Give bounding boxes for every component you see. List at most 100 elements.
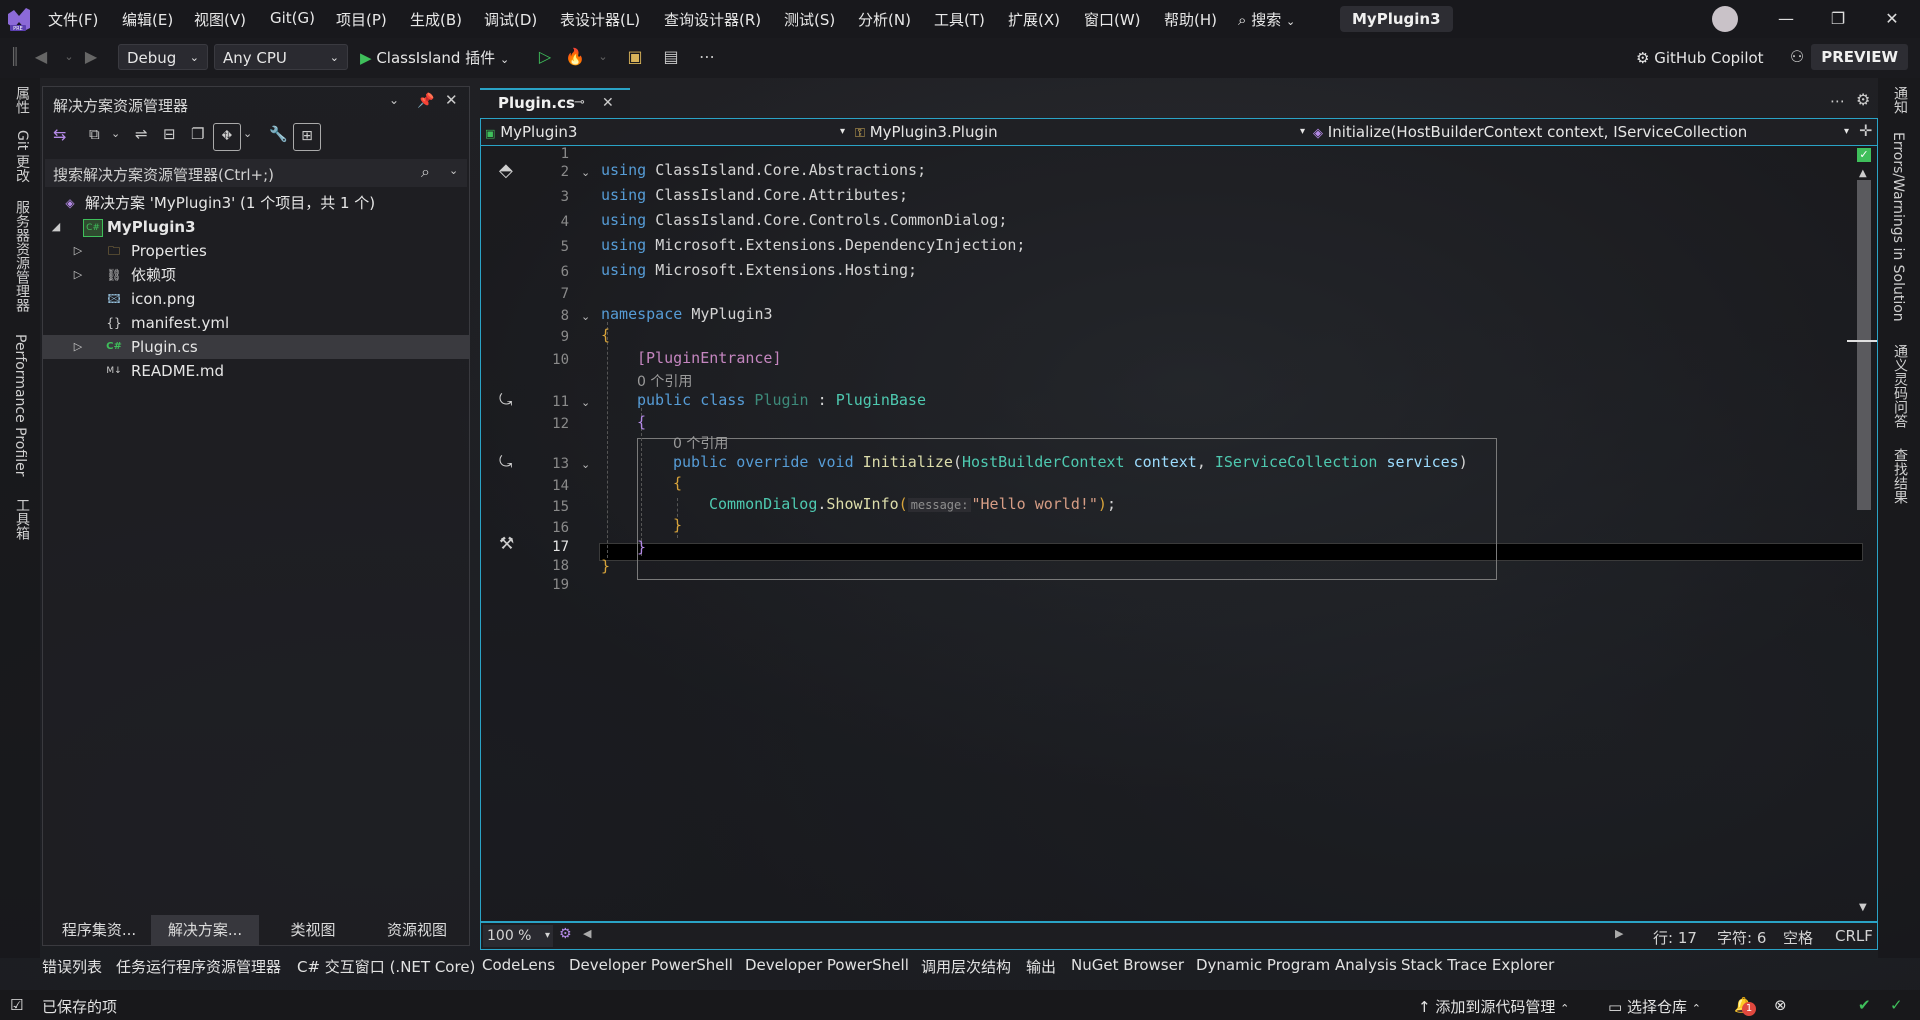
- menu-help[interactable]: 帮助(H): [1164, 9, 1217, 30]
- vtab-properties[interactable]: 属性: [12, 86, 32, 114]
- menu-project[interactable]: 项目(P): [336, 9, 387, 30]
- collapsed-triangle-icon[interactable]: ▷: [71, 263, 85, 287]
- collapsed-triangle-icon[interactable]: ▷: [71, 335, 85, 359]
- menu-edit[interactable]: 编辑(E): [122, 9, 173, 30]
- close-tab-icon[interactable]: ✕: [602, 90, 614, 116]
- tab-task-runner-explorer[interactable]: 任务运行程序资源管理器: [116, 956, 281, 977]
- tab-developer-powershell-2[interactable]: Developer PowerShell: [745, 956, 909, 974]
- vtab-toolbox[interactable]: 工具箱: [12, 498, 32, 540]
- show-all-files-icon[interactable]: ❐: [191, 125, 204, 143]
- line-ending-indicator[interactable]: CRLF: [1835, 927, 1873, 945]
- nav-class-dropdown[interactable]: ⚿ MyPlugin3.Plugin ▾: [855, 121, 1309, 143]
- scroll-down-icon[interactable]: ▼: [1859, 902, 1867, 913]
- scroll-up-icon[interactable]: ▲: [1859, 168, 1867, 179]
- tab-overflow-icon[interactable]: ⋯: [1830, 92, 1845, 110]
- settings-gear-icon[interactable]: ⚙: [1856, 90, 1870, 109]
- menu-query-designer[interactable]: 查询设计器(R): [664, 9, 761, 30]
- zoom-dropdown[interactable]: 100 % ▾: [483, 925, 553, 947]
- fold-toggle-icon[interactable]: ⌄: [581, 396, 590, 409]
- tree-item-solution[interactable]: ◈ 解决方案 'MyPlugin3' (1 个项目，共 1 个): [43, 191, 469, 215]
- tab-csharp-interactive[interactable]: C# 交互窗口 (.NET Core): [297, 956, 475, 977]
- tab-output[interactable]: 输出: [1026, 956, 1056, 977]
- fold-toggle-icon[interactable]: ⌄: [581, 458, 590, 471]
- quick-actions-hammer-icon[interactable]: ⚒: [499, 534, 514, 554]
- tab-solution-explorer[interactable]: 解决方案...: [151, 915, 259, 945]
- menu-file[interactable]: 文件(F): [48, 9, 98, 30]
- minimize-icon[interactable]: —: [1772, 6, 1800, 32]
- override-glyph-icon[interactable]: ⤿: [499, 452, 512, 472]
- tab-assembly-explorer[interactable]: 程序集资...: [49, 915, 149, 945]
- sync-icon[interactable]: ⇌: [135, 125, 148, 143]
- tree-item-readme[interactable]: M↓ README.md: [43, 359, 469, 383]
- copilot-status-check-icon[interactable]: ✔: [1858, 996, 1871, 1014]
- tab-dynamic-program-analysis[interactable]: Dynamic Program Analysis: [1196, 956, 1397, 974]
- preview-selected-icon[interactable]: ⊞: [293, 123, 321, 151]
- nav-project-dropdown[interactable]: ▣ MyPlugin3 ▾: [485, 121, 849, 143]
- preview-button[interactable]: PREVIEW: [1811, 44, 1908, 70]
- vtab-errors-warnings[interactable]: Errors/Warnings in Solution: [1890, 132, 1906, 322]
- chevron-down-icon[interactable]: ⌄: [243, 127, 252, 140]
- more-icon[interactable]: ⋯: [696, 46, 718, 68]
- menu-table-designer[interactable]: 表设计器(L): [560, 9, 640, 30]
- whitespace-indicator[interactable]: 空格: [1783, 927, 1813, 948]
- vtab-find-results[interactable]: 查找结果: [1890, 448, 1910, 504]
- menu-test[interactable]: 测试(S): [784, 9, 835, 30]
- back-dropdown-icon[interactable]: ⌄: [58, 46, 80, 68]
- inherit-glyph-icon[interactable]: ⤿: [499, 390, 512, 410]
- close-icon[interactable]: ✕: [1878, 6, 1906, 32]
- menu-build[interactable]: 生成(B): [410, 9, 462, 30]
- tree-item-properties[interactable]: ▷ 🗀 Properties: [43, 239, 469, 263]
- config-dropdown[interactable]: Debug ⌄: [118, 44, 208, 70]
- fold-toggle-icon[interactable]: ⌄: [581, 310, 590, 323]
- tab-developer-powershell-1[interactable]: Developer PowerShell: [569, 956, 733, 974]
- fold-toggle-icon[interactable]: ⌄: [581, 166, 590, 179]
- pending-changes-filter-icon[interactable]: ⛖: [213, 123, 241, 151]
- tree-item-project[interactable]: ◢ C# MyPlugin3: [43, 215, 469, 239]
- panel-dropdown-icon[interactable]: ⌄: [389, 93, 399, 107]
- close-panel-icon[interactable]: ✕: [445, 91, 458, 109]
- hot-reload-dropdown-icon[interactable]: ⌄: [592, 46, 614, 68]
- tree-item-plugin-cs[interactable]: ▷ C# Plugin.cs: [43, 335, 469, 359]
- start-debugging-button[interactable]: ▶ ClassIsland 插件 ⌄: [360, 46, 509, 70]
- lightbulb-icon[interactable]: ⬘: [499, 160, 513, 181]
- vtab-server-explorer[interactable]: 服务器资源管理器: [12, 200, 32, 312]
- check-circle-icon[interactable]: ✓: [1890, 996, 1903, 1014]
- tab-codelens[interactable]: CodeLens: [482, 956, 555, 974]
- open-folder-icon[interactable]: ▣: [624, 46, 646, 68]
- nav-member-dropdown[interactable]: ◈ Initialize(HostBuilderContext context,…: [1313, 121, 1853, 143]
- vs-switch-views-icon[interactable]: ⇆: [53, 125, 66, 144]
- split-editor-icon[interactable]: ✛: [1859, 121, 1872, 140]
- select-repository-button[interactable]: ▭ 选择仓库 ⌃: [1608, 996, 1701, 1017]
- properties-wrench-icon[interactable]: 🔧: [269, 125, 288, 143]
- tab-nuget-browser[interactable]: NuGet Browser: [1071, 956, 1184, 974]
- codelens-references[interactable]: 0 个引用: [673, 433, 728, 453]
- chevron-down-icon[interactable]: ⌄: [111, 127, 120, 140]
- tab-plugin-cs[interactable]: Plugin.cs ⊸ ✕: [480, 88, 630, 118]
- menu-git[interactable]: Git(G): [270, 9, 315, 27]
- codelens-references[interactable]: 0 个引用: [637, 371, 692, 391]
- vtab-tongyi-qa[interactable]: 通义灵码问答: [1890, 344, 1910, 428]
- vtab-performance-profiler[interactable]: Performance Profiler: [12, 334, 28, 476]
- avatar[interactable]: [1712, 6, 1738, 32]
- menu-view[interactable]: 视图(V): [194, 9, 246, 30]
- menu-window[interactable]: 窗口(W): [1084, 9, 1141, 30]
- feedback-status-icon[interactable]: ⊗: [1774, 996, 1787, 1014]
- back-icon[interactable]: ◀: [30, 46, 52, 68]
- menu-debug[interactable]: 调试(D): [484, 9, 537, 30]
- start-without-debugging-icon[interactable]: ▷: [534, 46, 556, 68]
- add-to-source-control-button[interactable]: ↑ 添加到源代码管理 ⌃: [1418, 996, 1569, 1017]
- forward-icon[interactable]: ▶: [80, 46, 102, 68]
- feedback-icon[interactable]: ⚇: [1786, 46, 1808, 68]
- tab-class-view[interactable]: 类视图: [263, 915, 363, 945]
- tree-item-icon-png[interactable]: 🖾 icon.png: [43, 287, 469, 311]
- copilot-button[interactable]: ⚙ GitHub Copilot: [1636, 46, 1764, 70]
- new-item-icon[interactable]: ⧉: [89, 125, 100, 143]
- tab-call-hierarchy[interactable]: 调用层次结构: [921, 956, 1011, 977]
- window-layout-icon[interactable]: ▤: [660, 46, 682, 68]
- pin-icon[interactable]: 📌: [417, 93, 434, 109]
- tab-error-list[interactable]: 错误列表: [42, 956, 102, 977]
- platform-dropdown[interactable]: Any CPU ⌄: [214, 44, 348, 70]
- hot-reload-icon[interactable]: 🔥: [564, 46, 586, 68]
- vtab-notifications[interactable]: 通知: [1890, 86, 1910, 114]
- search-box[interactable]: ⌕ 搜索 ⌄: [1238, 9, 1295, 30]
